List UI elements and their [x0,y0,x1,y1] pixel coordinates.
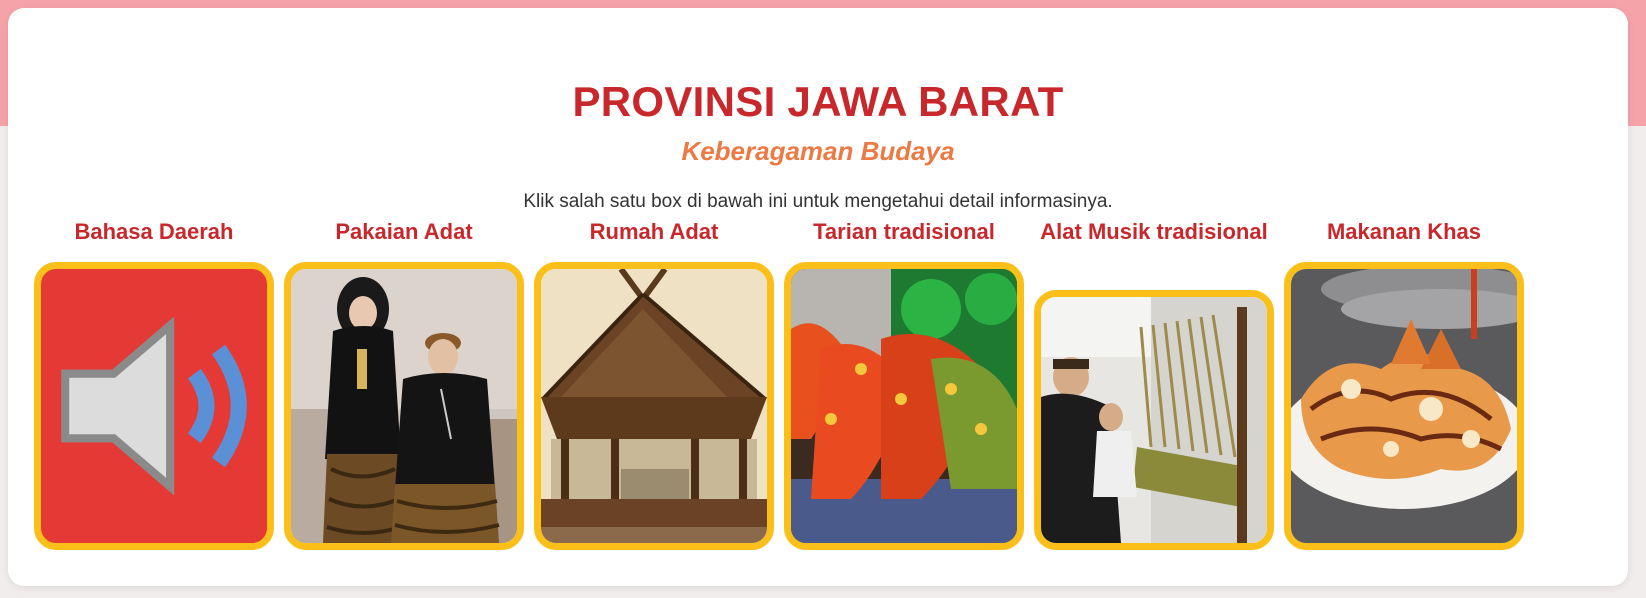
item-pakaian-adat[interactable]: Pakaian Adat [284,218,524,550]
item-label: Tarian tradisional [813,219,995,244]
item-makanan-khas[interactable]: Makanan Khas [1284,218,1524,550]
item-alat-musik-tradisional[interactable]: Alat Musik tradisional [1034,218,1274,550]
traditional-dance-photo [791,269,1017,543]
traditional-clothing-photo [291,269,517,543]
speaker-icon[interactable] [41,269,267,543]
item-tarian-tradisional[interactable]: Tarian tradisional [784,218,1024,550]
main-card: PROVINSI JAWA BARAT Keberagaman Budaya K… [8,8,1628,586]
item-label: Rumah Adat [589,219,719,244]
item-label: Makanan Khas [1326,219,1482,244]
page-title: PROVINSI JAWA BARAT [572,78,1064,125]
item-label: Pakaian Adat [335,219,473,244]
item-rumah-adat[interactable]: Rumah Adat [534,218,774,550]
item-label: Bahasa Daerah [74,219,234,244]
rumah-adat-box[interactable] [534,262,774,550]
angklung-photo [1041,297,1267,543]
instruction-text: Klik salah satu box di bawah ini untuk m… [523,191,1113,212]
page-subtitle: Keberagaman Budaya [681,136,955,166]
makanan-khas-box[interactable] [1284,262,1524,550]
item-bahasa-daerah[interactable]: Bahasa Daerah [34,218,274,550]
tarian-tradisional-box[interactable] [784,262,1024,550]
alat-musik-tradisional-box[interactable] [1034,290,1274,550]
pakaian-adat-box[interactable] [284,262,524,550]
bahasa-daerah-box[interactable] [34,262,274,550]
item-label: Alat Musik tradisional [1040,219,1268,244]
traditional-house-photo [541,269,767,543]
traditional-food-photo [1291,269,1517,543]
